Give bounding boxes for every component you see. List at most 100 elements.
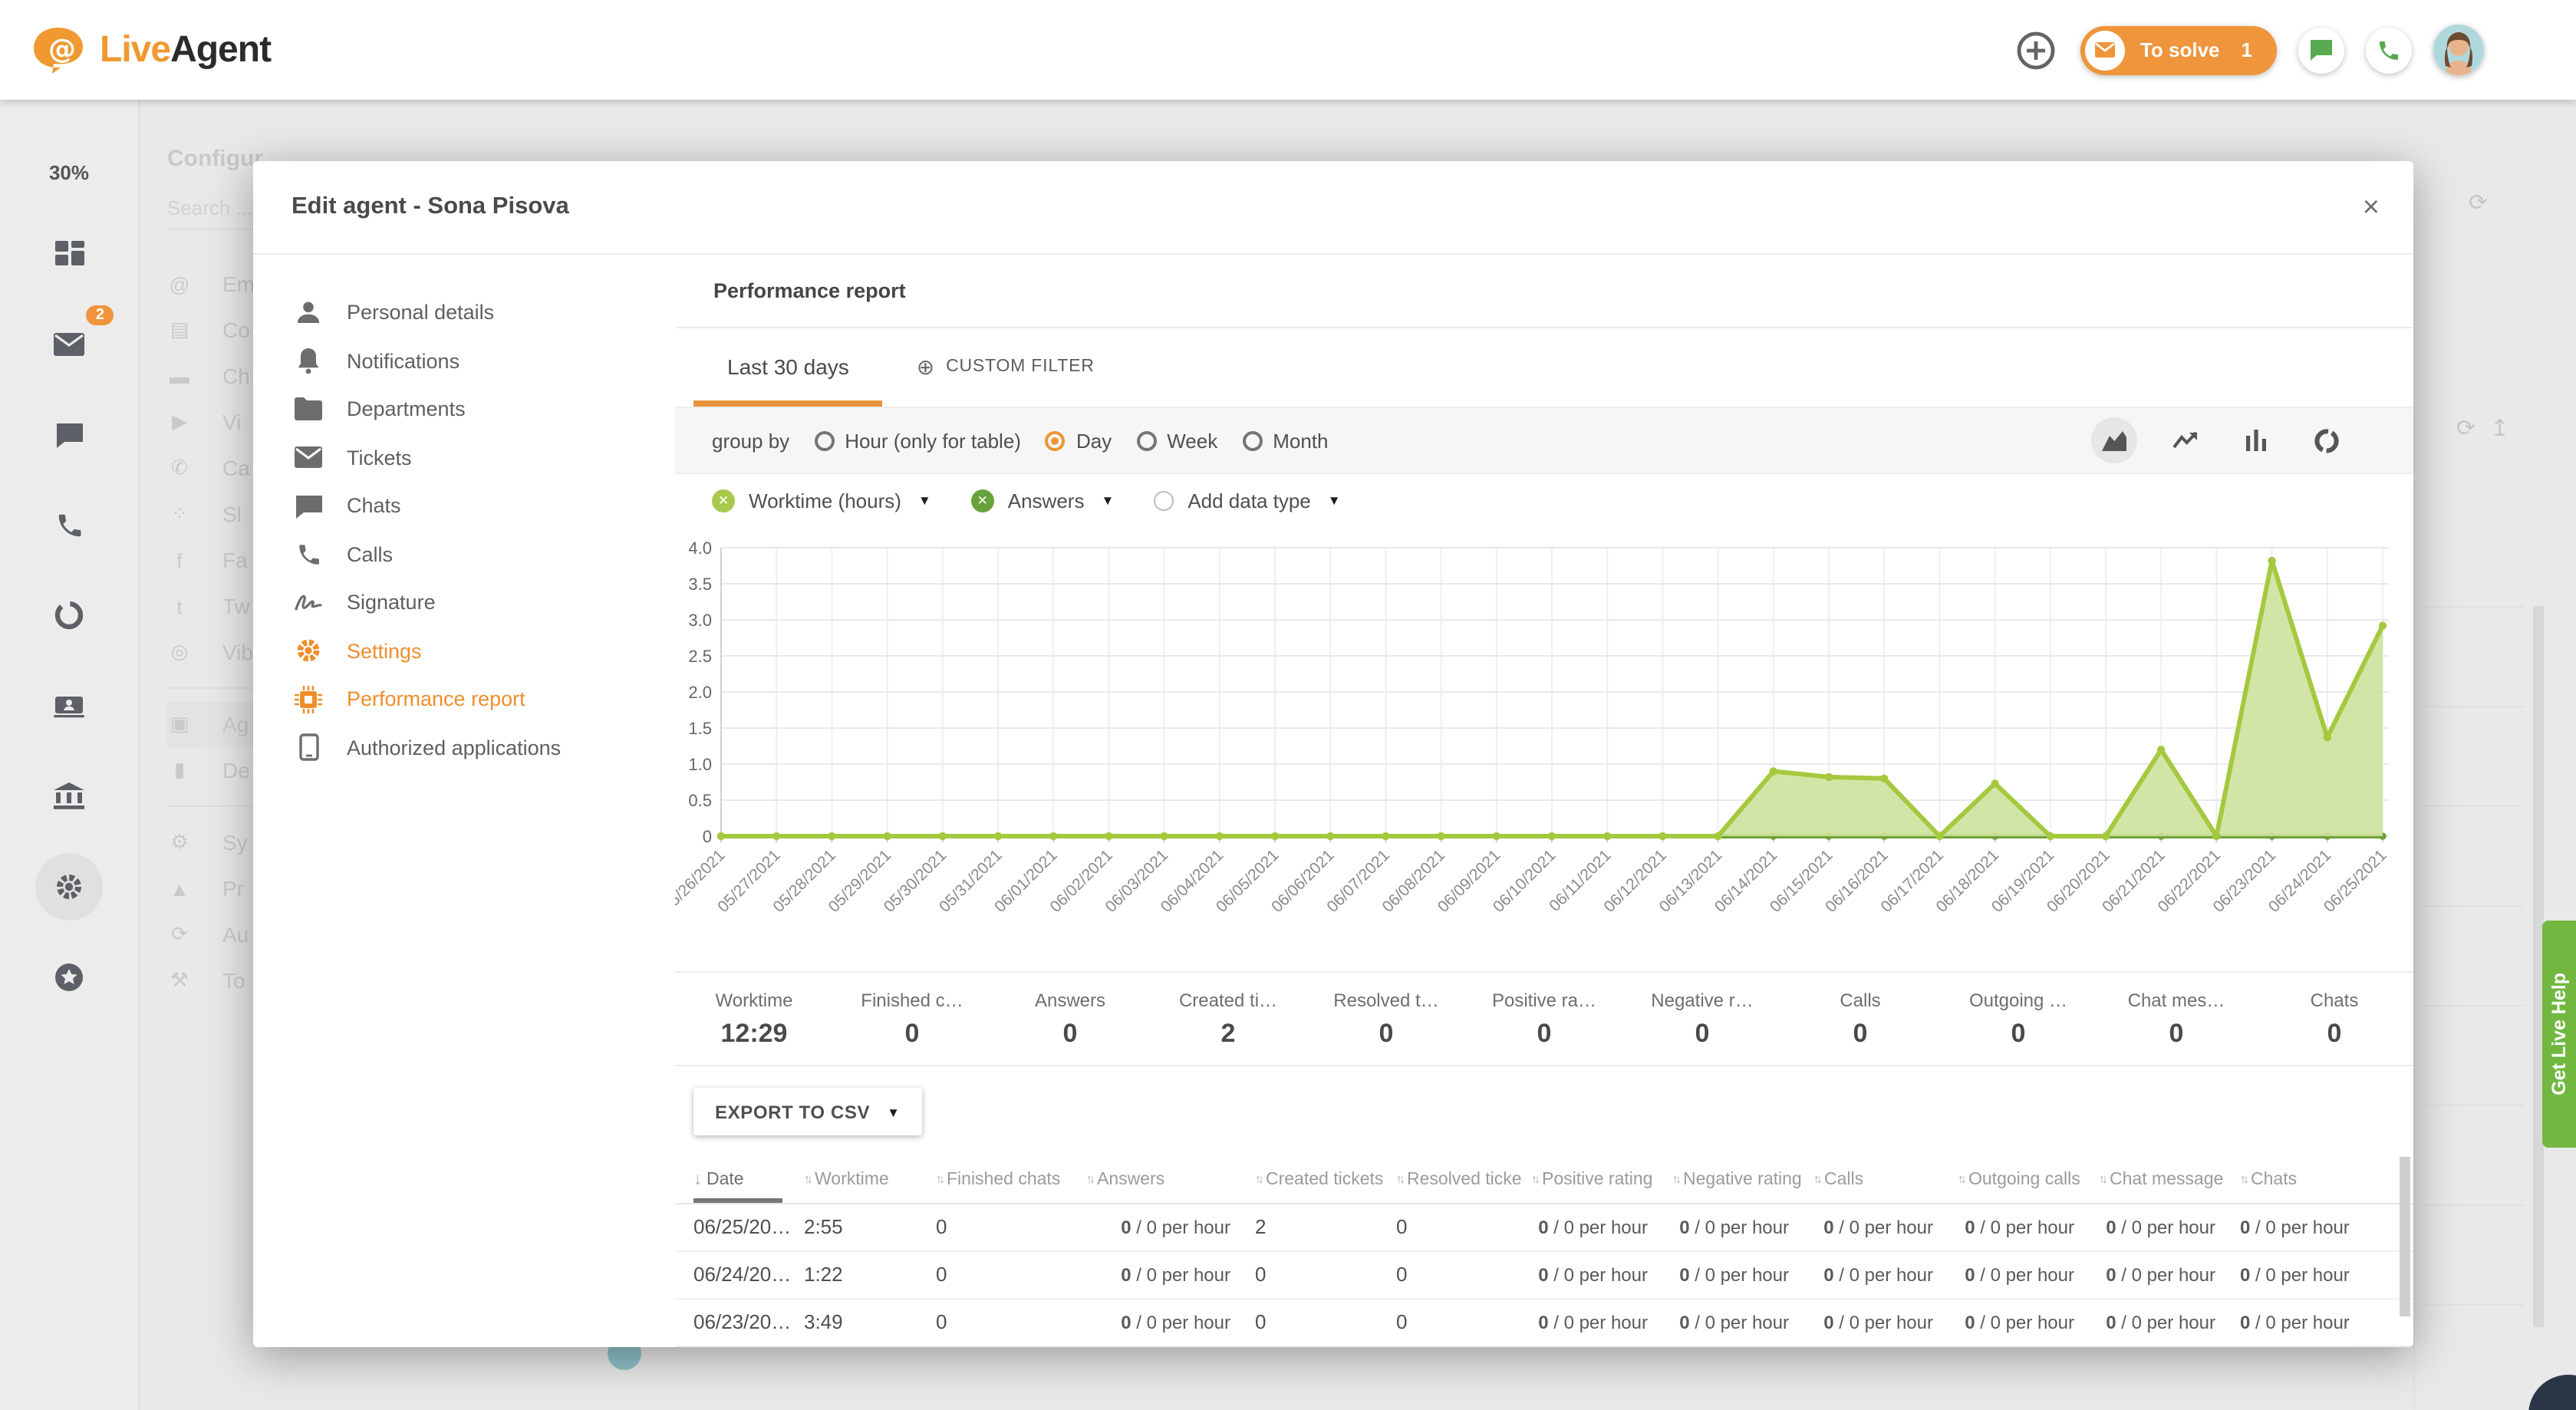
table-cell: 0 bbox=[1255, 1311, 1396, 1334]
sidebar-starred-icon[interactable] bbox=[43, 951, 95, 1003]
close-icon[interactable]: × bbox=[2363, 193, 2380, 222]
column-header-negative-rating[interactable]: ↑↓Negative rating bbox=[1672, 1157, 1813, 1203]
table-scrollbar[interactable] bbox=[2400, 1157, 2410, 1316]
envelope-icon bbox=[293, 447, 324, 469]
column-header-outgoing-calls[interactable]: ↑↓Outgoing calls bbox=[1958, 1157, 2099, 1203]
column-header-finished-chats[interactable]: ↑↓Finished chats bbox=[936, 1157, 1086, 1203]
modal-nav-label: Settings bbox=[347, 640, 422, 663]
column-label: Date bbox=[707, 1171, 744, 1189]
table-cell: 0 / 0 per hour bbox=[2099, 1217, 2240, 1238]
user-avatar[interactable] bbox=[2433, 25, 2484, 75]
column-header-chats[interactable]: ↑↓Chats bbox=[2240, 1157, 2363, 1203]
radio-option-month[interactable]: Month bbox=[1242, 429, 1328, 452]
plus-circle-icon: ⊕ bbox=[917, 354, 935, 380]
fb-icon: f bbox=[167, 549, 192, 572]
column-label: Outgoing calls bbox=[1968, 1171, 2080, 1189]
area-chart-button[interactable] bbox=[2091, 417, 2137, 463]
radio-label: Hour (only for table) bbox=[845, 429, 1021, 452]
modal-nav-item-tickets[interactable]: Tickets bbox=[253, 433, 675, 482]
wrench-icon: ⚒ bbox=[167, 968, 192, 993]
table-row[interactable]: 06/23/20…3:4900 / 0 per hour000 / 0 per … bbox=[675, 1300, 2413, 1347]
radio-label: Day bbox=[1076, 429, 1112, 452]
chip-answers[interactable]: ✕Answers▼ bbox=[971, 489, 1115, 512]
column-header-answers[interactable]: ↑↓Answers bbox=[1086, 1157, 1255, 1203]
stat-negativer: Negative r…0 bbox=[1623, 989, 1781, 1049]
y-tick-label: 2.0 bbox=[688, 683, 712, 702]
modal-nav-item-signature[interactable]: Signature bbox=[253, 578, 675, 627]
table-cell: 0 / 0 per hour bbox=[2099, 1312, 2240, 1333]
liveagent-logo[interactable]: @ LiveAgent bbox=[31, 25, 271, 74]
get-live-help-tab[interactable]: Get Live Help bbox=[2542, 921, 2576, 1148]
stat-value: 0 bbox=[991, 1018, 1149, 1049]
stat-finishedc: Finished c…0 bbox=[833, 989, 991, 1049]
to-solve-button[interactable]: To solve 1 bbox=[2080, 25, 2277, 74]
modal-nav-label: Chats bbox=[347, 495, 401, 518]
modal-nav-item-notifications[interactable]: Notifications bbox=[253, 337, 675, 385]
column-label: Answers bbox=[1097, 1171, 1164, 1189]
sidebar-chats-icon[interactable] bbox=[43, 408, 95, 460]
config-item-label: Sl bbox=[222, 502, 242, 526]
config-item-label: Ca bbox=[222, 456, 250, 480]
sidebar-calls-icon[interactable] bbox=[43, 499, 95, 551]
sort-icon: ↑↓ bbox=[804, 1173, 810, 1187]
stat-value: 0 bbox=[1781, 1018, 1939, 1049]
calls-button[interactable] bbox=[2366, 27, 2412, 73]
column-header-positive-rating[interactable]: ↑↓Positive rating bbox=[1531, 1157, 1672, 1203]
app-sidebar: 30% 2 bbox=[0, 100, 140, 1410]
stat-label: Finished c… bbox=[833, 989, 991, 1010]
sidebar-settings-icon[interactable] bbox=[35, 853, 103, 921]
tab-custom-filter[interactable]: ⊕CUSTOM FILTER bbox=[883, 328, 1128, 406]
line-chart-button[interactable] bbox=[2162, 417, 2208, 463]
radio-option-week[interactable]: Week bbox=[1136, 429, 1217, 452]
chats-button[interactable] bbox=[2298, 27, 2344, 73]
folder-icon: ▮ bbox=[167, 758, 192, 782]
chevron-down-icon: ▼ bbox=[918, 493, 931, 508]
table-row[interactable]: 06/25/20…2:5500 / 0 per hour200 / 0 per … bbox=[675, 1204, 2413, 1252]
modal-nav-item-calls[interactable]: Calls bbox=[253, 530, 675, 578]
radio-option-day[interactable]: Day bbox=[1046, 429, 1112, 452]
column-header-resolved-ticke[interactable]: ↑↓Resolved ticke bbox=[1396, 1157, 1531, 1203]
sidebar-dashboard-icon[interactable] bbox=[43, 227, 95, 279]
people-icon: ▣ bbox=[167, 712, 192, 736]
column-header-chat-message[interactable]: ↑↓Chat message bbox=[2099, 1157, 2240, 1203]
bar-chart-button[interactable] bbox=[2232, 417, 2278, 463]
sidebar-tickets-icon[interactable]: 2 bbox=[43, 318, 95, 370]
card-icon: ▤ bbox=[167, 318, 192, 342]
table-cell: 06/25/20… bbox=[693, 1216, 804, 1239]
radio-label: Month bbox=[1273, 429, 1328, 452]
table-cell: 3:49 bbox=[804, 1311, 936, 1334]
radio-option-hour[interactable]: Hour (only for table) bbox=[814, 429, 1021, 452]
bg-refresh2-icon: ⟳ bbox=[2456, 414, 2476, 442]
tab-last-30-days[interactable]: Last 30 days bbox=[693, 328, 883, 406]
modal-nav-item-performance-report[interactable]: Performance report bbox=[253, 675, 675, 723]
column-header-date[interactable]: ↓Date bbox=[693, 1157, 804, 1203]
sort-icon: ↑↓ bbox=[2099, 1173, 2105, 1187]
sidebar-billing-icon[interactable] bbox=[43, 770, 95, 822]
config-item-label: Ch bbox=[222, 364, 250, 388]
add-new-button[interactable] bbox=[2013, 27, 2059, 73]
modal-nav: Personal detailsNotificationsDepartments… bbox=[253, 255, 675, 1347]
summary-stats: Worktime12:29Finished c…0Answers0Created… bbox=[675, 971, 2413, 1067]
table-cell: 0 / 0 per hour bbox=[1086, 1217, 1255, 1238]
chip-worktime-hours-[interactable]: ✕Worktime (hours)▼ bbox=[712, 489, 931, 512]
sidebar-customers-icon[interactable] bbox=[43, 680, 95, 732]
table-cell: 06/23/20… bbox=[693, 1311, 804, 1334]
column-header-worktime[interactable]: ↑↓Worktime bbox=[804, 1157, 936, 1203]
donut-chart-button[interactable] bbox=[2303, 417, 2349, 463]
export-to-csv-button[interactable]: EXPORT TO CSV▼ bbox=[693, 1088, 922, 1135]
modal-nav-item-authorized-applications[interactable]: Authorized applications bbox=[253, 723, 675, 772]
sidebar-reports-icon[interactable] bbox=[43, 589, 95, 641]
modal-nav-item-departments[interactable]: Departments bbox=[253, 385, 675, 433]
area-chart-icon bbox=[2102, 430, 2126, 450]
modal-nav-item-settings[interactable]: Settings bbox=[253, 627, 675, 675]
modal-nav-item-personal-details[interactable]: Personal details bbox=[253, 288, 675, 337]
usage-percent: 30% bbox=[49, 161, 89, 184]
column-header-created-tickets[interactable]: ↑↓Created tickets bbox=[1255, 1157, 1396, 1203]
table-row[interactable]: 06/24/20…1:2200 / 0 per hour000 / 0 per … bbox=[675, 1252, 2413, 1300]
performance-chart: 05/26/202105/27/202105/28/202105/29/2021… bbox=[675, 526, 2413, 971]
table-cell: 0 bbox=[1396, 1263, 1531, 1286]
y-tick-label: 3.0 bbox=[688, 611, 712, 630]
modal-nav-item-chats[interactable]: Chats bbox=[253, 482, 675, 530]
column-header-calls[interactable]: ↑↓Calls bbox=[1813, 1157, 1958, 1203]
add-data-type-chip[interactable]: Add data type▼ bbox=[1154, 489, 1340, 512]
